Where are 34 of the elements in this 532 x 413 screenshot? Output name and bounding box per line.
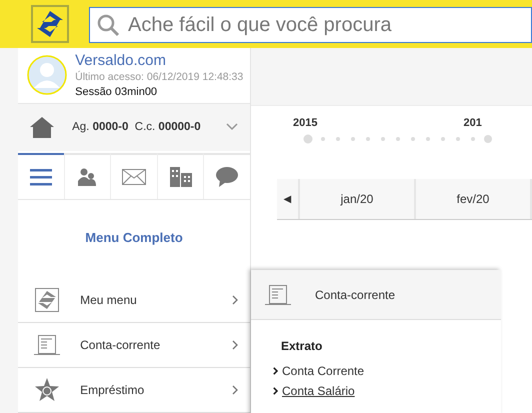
account-text: Ag. 0000-0 C.c. 00000-0 <box>72 121 201 134</box>
submenu-link[interactable]: Conta Corrente <box>273 364 364 378</box>
people-icon <box>78 168 96 186</box>
last-access-text: Último acesso: 06/12/2019 12:48:33 <box>75 71 244 84</box>
chevron-right-icon <box>232 295 238 306</box>
year-label[interactable]: 2015 <box>293 117 318 129</box>
bank-logo-icon[interactable] <box>31 5 69 43</box>
avatar-icon <box>27 55 68 96</box>
menu-item[interactable]: Empréstimo <box>18 368 250 413</box>
menu-title: Menu Completo <box>84 230 184 247</box>
section-heading: Extrato <box>281 339 324 353</box>
chevron-down-icon[interactable] <box>226 123 238 132</box>
logo-icon <box>34 288 60 312</box>
search-icon <box>96 13 120 37</box>
document-icon <box>265 284 291 304</box>
chevron-right-icon <box>273 367 278 375</box>
search-field[interactable]: Ache fácil o que você procura <box>89 7 532 43</box>
chevron-right-icon <box>232 340 238 350</box>
menu-item[interactable]: Meu menu <box>18 278 250 324</box>
chevron-right-icon <box>273 387 278 395</box>
home-icon[interactable] <box>30 116 54 138</box>
flyout-title: Conta-corrente <box>315 288 396 302</box>
menu-icon <box>30 168 52 186</box>
menu-item[interactable]: Conta-corrente <box>18 323 250 368</box>
document-icon <box>34 335 60 356</box>
envelope-icon <box>122 168 146 185</box>
star-icon <box>34 378 60 402</box>
session-text: Sessão 03min00 <box>75 86 158 98</box>
chevron-right-icon <box>232 385 238 396</box>
user-name: Versaldo.com <box>75 52 167 70</box>
chat-bubble-icon <box>216 166 238 187</box>
year-label[interactable]: 201 <box>463 117 482 129</box>
submenu-link[interactable]: Conta Salário <box>273 384 355 398</box>
building-icon <box>170 166 192 187</box>
